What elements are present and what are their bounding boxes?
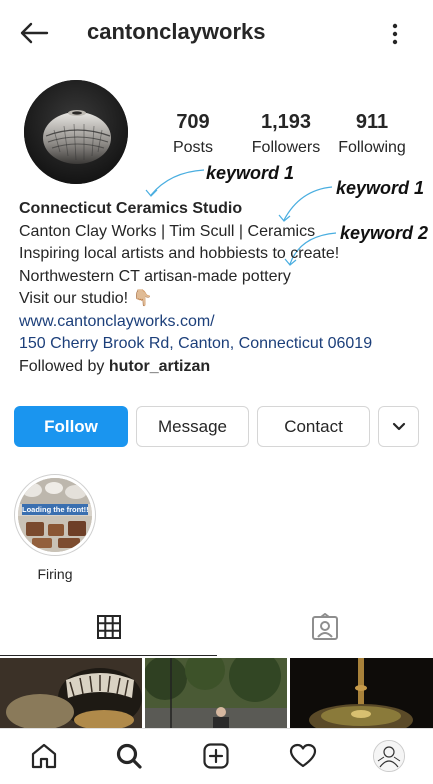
post-thumbnail[interactable] [145, 658, 287, 728]
bottom-navigation [0, 728, 433, 784]
posts-count: 709 [176, 111, 210, 133]
bio-line: Canton Clay Works | Tim Scull | Ceramics [19, 222, 316, 240]
posts-stat[interactable]: 709 Posts [163, 110, 223, 161]
profile-avatar[interactable] [24, 80, 128, 184]
following-label: Following [338, 139, 406, 156]
tab-tagged[interactable] [217, 603, 433, 655]
more-options-icon[interactable] [381, 20, 409, 48]
highlight-label: Firing [37, 566, 73, 582]
post-thumbnail[interactable] [290, 658, 433, 728]
bio-line: Inspiring local artists and hobbiests to… [19, 245, 340, 262]
followers-count: 1,193 [260, 111, 312, 133]
highlight-cover-image: Loading the front!! [18, 478, 92, 552]
search-icon[interactable] [112, 739, 146, 773]
profile-display-name: Connecticut Ceramics Studio [19, 200, 243, 217]
tagged-person-icon [311, 612, 339, 646]
highlight-cover-caption: Loading the front!! [22, 504, 88, 515]
heart-icon[interactable] [286, 739, 320, 773]
back-arrow-icon[interactable] [18, 18, 50, 48]
profile-tabs [0, 603, 433, 657]
message-button[interactable]: Message [136, 406, 249, 447]
profile-bio: Connecticut Ceramics Studio Canton Clay … [19, 198, 424, 378]
followers-stat[interactable]: 1,193 Followers [246, 110, 326, 161]
post-thumbnail[interactable] [0, 658, 142, 728]
top-bar: cantonclayworks [0, 0, 433, 64]
annotation-keyword-1b: keyword 1 [336, 178, 425, 198]
profile-avatar-icon[interactable] [372, 739, 406, 773]
followed-by-user[interactable]: hutor_artizan [109, 358, 210, 375]
nav-avatar-image [373, 740, 405, 772]
annotation-keyword-1a: keyword 1 [206, 163, 295, 183]
active-tab-indicator [0, 655, 217, 656]
tab-posts-grid[interactable] [0, 603, 217, 655]
chevron-down-icon [392, 417, 406, 437]
home-icon[interactable] [27, 739, 61, 773]
profile-username: cantonclayworks [87, 19, 266, 44]
story-highlight[interactable]: Loading the front!! Firing [14, 474, 96, 582]
suggested-accounts-button[interactable] [378, 406, 419, 447]
followed-by: Followed by hutor_artizan [19, 356, 424, 379]
followers-label: Followers [251, 139, 321, 156]
bio-line: Northwestern CT artisan-made pottery [19, 267, 291, 285]
address-link[interactable]: 150 Cherry Brook Rd, Canton, Connecticut… [19, 333, 424, 356]
highlight-ring: Loading the front!! [14, 474, 96, 556]
add-post-icon[interactable] [199, 739, 233, 773]
follow-button[interactable]: Follow [14, 406, 128, 447]
following-count: 911 [355, 111, 389, 133]
following-stat[interactable]: 911 Following [332, 110, 412, 161]
bio-line: Visit our studio! 👇🏼 [19, 290, 153, 307]
post-grid [0, 658, 433, 728]
website-link[interactable]: www.cantonclayworks.com/ [19, 311, 424, 334]
contact-button[interactable]: Contact [257, 406, 370, 447]
posts-label: Posts [172, 139, 213, 156]
grid-icon [96, 614, 122, 645]
followed-by-prefix: Followed by [19, 357, 109, 375]
